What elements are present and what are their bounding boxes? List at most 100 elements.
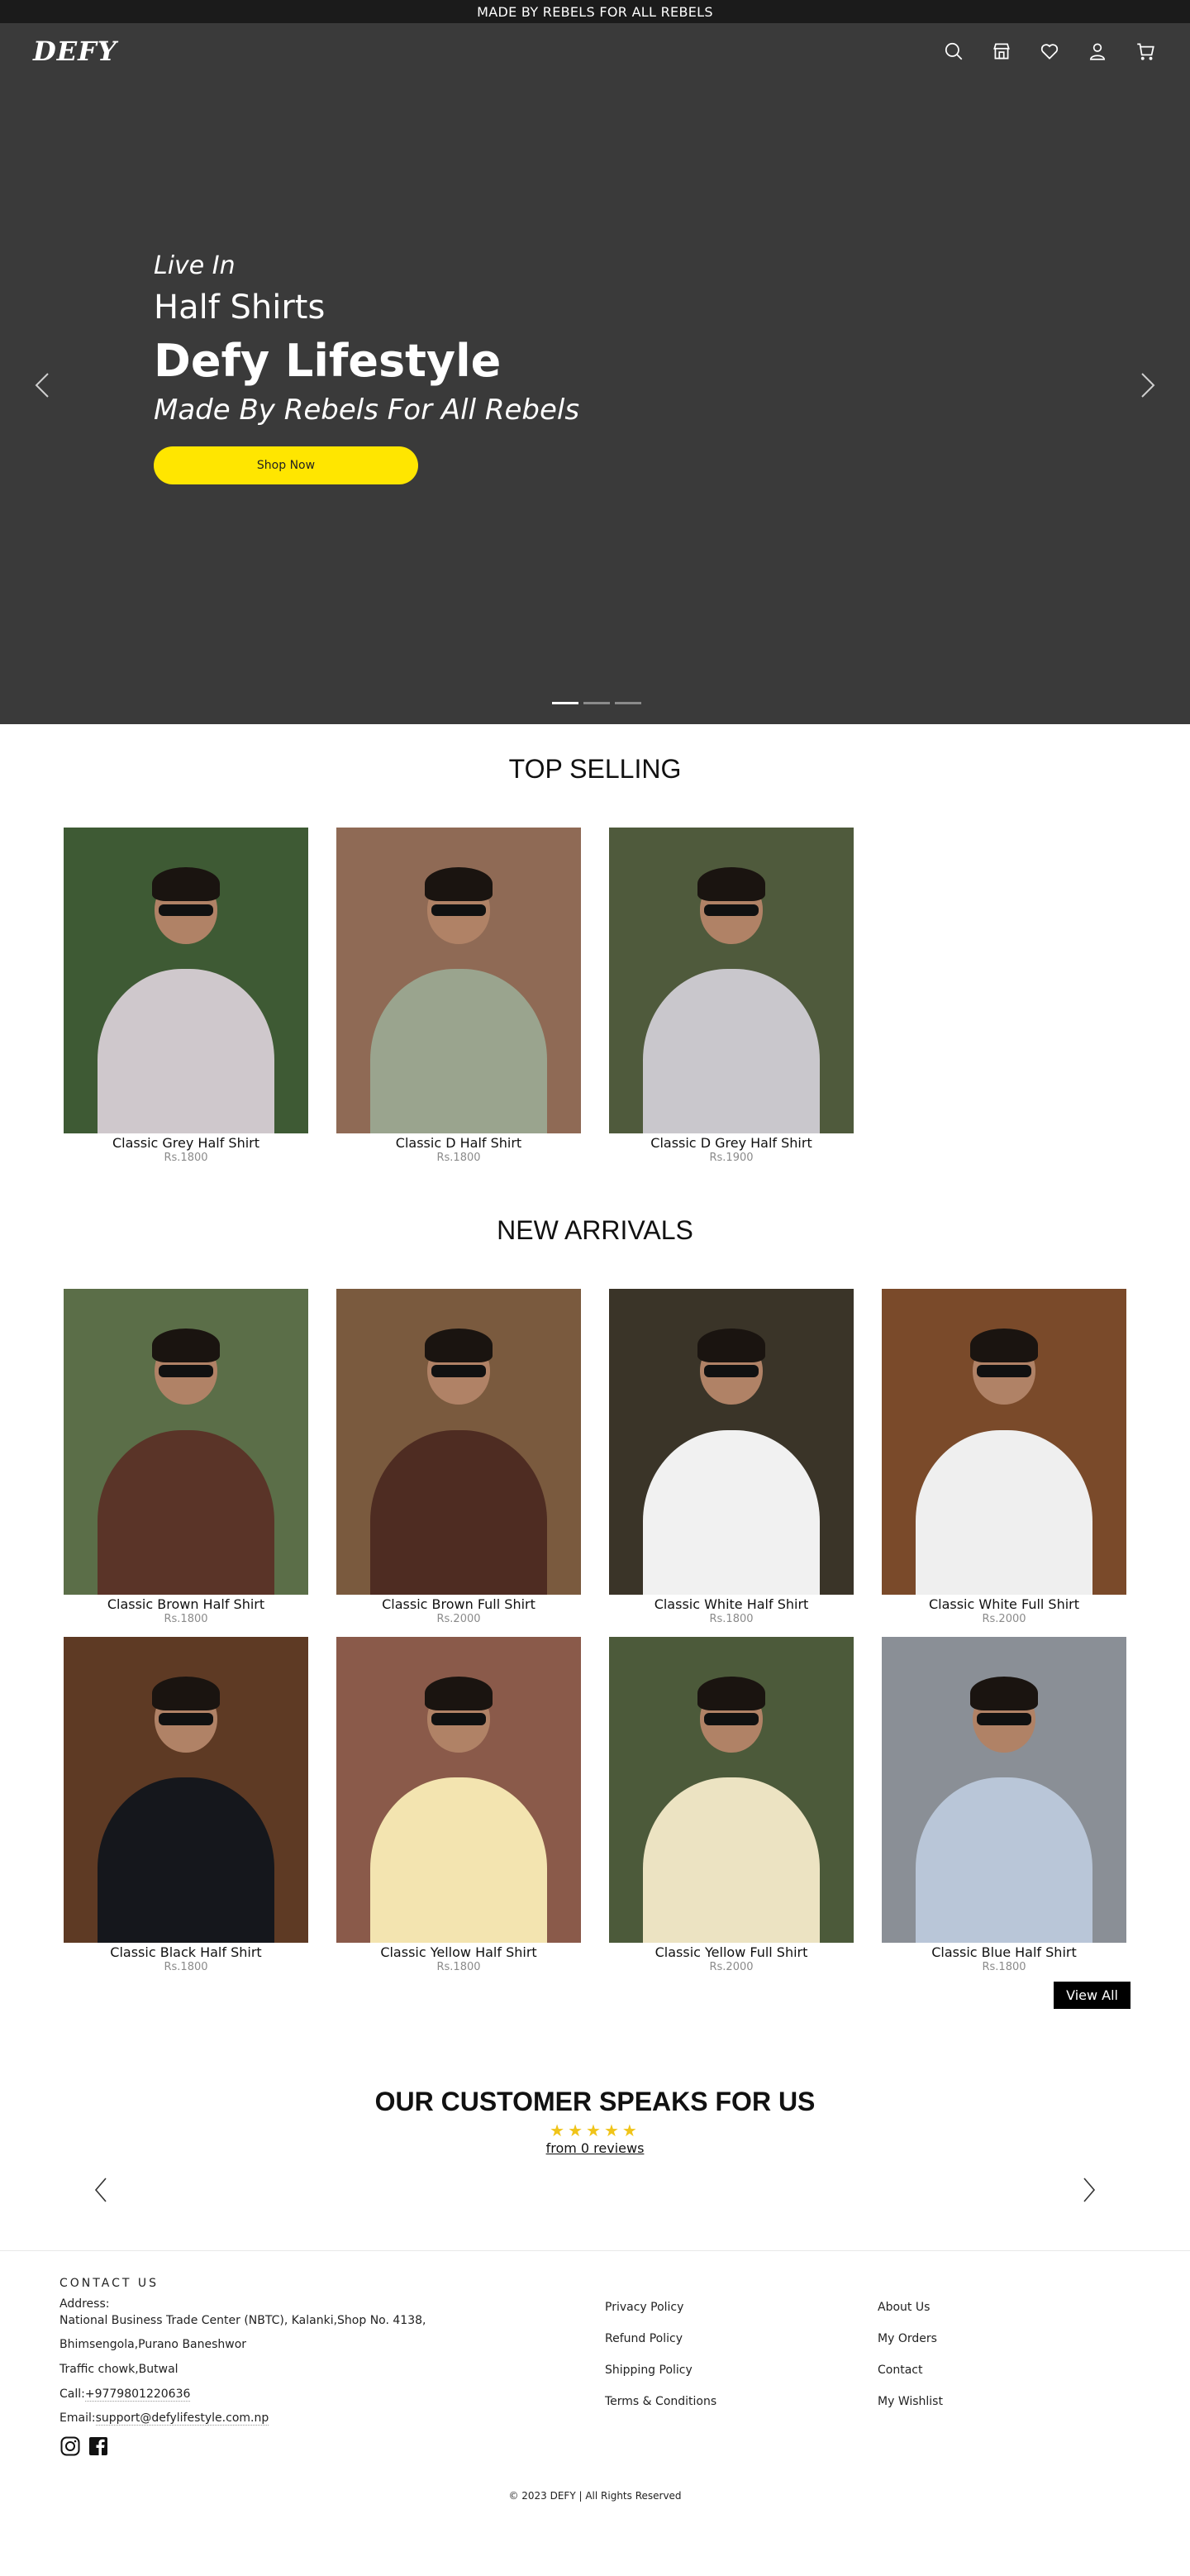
chevron-right-icon[interactable] <box>1081 2176 1097 2204</box>
new-arrivals-grid: Classic Brown Half Shirt Rs.1800 Classic B… <box>0 1288 1190 1975</box>
chevron-left-icon[interactable] <box>30 370 55 400</box>
hero-subtitle: Made By Rebels For All Rebels <box>154 394 580 427</box>
store-icon[interactable] <box>990 40 1013 63</box>
footer-policies: Privacy Policy Refund Policy Shipping Po… <box>605 2301 716 2426</box>
product-card[interactable]: Classic Blue Half Shirt Rs.1800 <box>882 1636 1126 1975</box>
hero-banner: DEFY Live In Half Shirts Defy Lifestyle … <box>0 23 1190 724</box>
product-name[interactable]: Classic D Grey Half Shirt <box>609 1135 854 1152</box>
phone-row: Call:+9779801220636 <box>60 2387 522 2403</box>
product-name[interactable]: Classic Brown Half Shirt <box>64 1596 308 1613</box>
user-icon[interactable] <box>1086 40 1109 63</box>
terms-link[interactable]: Terms & Conditions <box>605 2395 716 2408</box>
call-label: Call: <box>60 2387 85 2401</box>
product-price: Rs.1800 <box>164 1612 208 1625</box>
product-price: Rs.1800 <box>982 1960 1026 1973</box>
product-card[interactable]: Classic Grey Half Shirt Rs.1800 <box>64 828 308 1166</box>
product-name[interactable]: Classic White Full Shirt <box>882 1596 1126 1613</box>
reviews-section: OUR CUSTOMER SPEAKS FOR US ★★★★★ from 0 … <box>0 2009 1190 2217</box>
header-icons <box>942 40 1157 63</box>
product-price: Rs.2000 <box>982 1612 1026 1625</box>
product-image[interactable] <box>609 828 854 1133</box>
product-card[interactable]: Classic White Half Shirt Rs.1800 <box>609 1288 854 1627</box>
site-footer: CONTACT US Address: National Business Tr… <box>0 2249 1190 2513</box>
facebook-icon[interactable] <box>88 2435 109 2463</box>
email-label: Email: <box>60 2411 96 2426</box>
about-us-link[interactable]: About Us <box>878 2301 943 2314</box>
chevron-left-icon[interactable] <box>93 2176 109 2204</box>
instagram-icon[interactable] <box>60 2435 81 2463</box>
rating-stars: ★★★★★ <box>550 2120 640 2140</box>
hero-pretitle: Live In <box>154 251 236 280</box>
product-image[interactable] <box>336 828 581 1133</box>
product-price: Rs.2000 <box>436 1612 481 1625</box>
copyright: © 2023 DEFY | All Rights Reserved <box>508 2489 682 2502</box>
privacy-policy-link[interactable]: Privacy Policy <box>605 2301 716 2314</box>
product-name[interactable]: Classic Blue Half Shirt <box>882 1944 1126 1961</box>
top-selling-section: TOP SELLING Classic Grey Half Shirt Rs.18… <box>0 724 1190 1166</box>
search-icon[interactable] <box>942 40 965 63</box>
product-card[interactable]: Classic Yellow Half Shirt Rs.1800 <box>336 1636 581 1975</box>
view-all-button[interactable]: View All <box>1054 1981 1130 2009</box>
product-price: Rs.1800 <box>436 1152 481 1164</box>
product-image[interactable] <box>609 1288 854 1595</box>
product-name[interactable]: Classic Grey Half Shirt <box>64 1135 308 1152</box>
product-image[interactable] <box>64 1288 308 1595</box>
email-link[interactable]: support@defylifestyle.com.np <box>95 2411 269 2426</box>
reviews-carousel <box>0 2168 1190 2217</box>
hero-title: Defy Lifestyle <box>154 335 502 387</box>
reviews-count-link[interactable]: from 0 reviews <box>0 2140 1190 2156</box>
shipping-policy-link[interactable]: Shipping Policy <box>605 2364 716 2377</box>
logo[interactable]: DEFY <box>33 36 117 67</box>
contact-link[interactable]: Contact <box>878 2364 943 2377</box>
my-wishlist-link[interactable]: My Wishlist <box>878 2395 943 2408</box>
product-card[interactable]: Classic Brown Half Shirt Rs.1800 <box>64 1288 308 1627</box>
address-label: Address: <box>60 2297 110 2311</box>
product-name[interactable]: Classic Brown Full Shirt <box>336 1596 581 1613</box>
product-price: Rs.1800 <box>164 1152 208 1164</box>
product-image[interactable] <box>882 1288 1126 1595</box>
footer-contact: CONTACT US Address: National Business Tr… <box>60 2276 522 2463</box>
product-image[interactable] <box>882 1636 1126 1943</box>
product-image[interactable] <box>336 1636 581 1943</box>
product-price: Rs.1800 <box>436 1960 481 1973</box>
product-card[interactable]: Classic Brown Full Shirt Rs.2000 <box>336 1288 581 1627</box>
slide-dot[interactable] <box>615 702 641 704</box>
footer-links: About Us My Orders Contact My Wishlist <box>878 2301 943 2426</box>
product-price: Rs.2000 <box>709 1960 754 1973</box>
address-line: Bhimsengola,Purano Baneshwor <box>60 2338 247 2352</box>
email-row: Email:support@defylifestyle.com.np <box>60 2411 522 2427</box>
reviews-title: OUR CUSTOMER SPEAKS FOR US <box>374 2086 816 2116</box>
hero-text: Live In Half Shirts Defy Lifestyle Made … <box>154 251 580 485</box>
product-card[interactable]: Classic White Full Shirt Rs.2000 <box>882 1288 1126 1627</box>
product-card[interactable]: Classic Yellow Full Shirt Rs.2000 <box>609 1636 854 1975</box>
new-arrivals-title: NEW ARRIVALS <box>497 1214 693 1245</box>
product-price: Rs.1800 <box>164 1960 208 1973</box>
cart-icon[interactable] <box>1134 40 1157 63</box>
product-name[interactable]: Classic White Half Shirt <box>609 1596 854 1613</box>
product-image[interactable] <box>64 1636 308 1943</box>
product-name[interactable]: Classic D Half Shirt <box>336 1135 581 1152</box>
product-image[interactable] <box>336 1288 581 1595</box>
product-image[interactable] <box>64 828 308 1133</box>
product-image[interactable] <box>609 1636 854 1943</box>
slide-dot[interactable] <box>552 702 578 704</box>
view-all-wrap: View All <box>0 1981 1190 2009</box>
chevron-right-icon[interactable] <box>1135 370 1160 400</box>
address-line: Traffic chowk,Butwal <box>60 2363 178 2377</box>
phone-link[interactable]: +9779801220636 <box>84 2387 191 2402</box>
slide-indicators <box>552 702 641 704</box>
shop-now-button[interactable]: Shop Now <box>154 446 418 485</box>
product-name[interactable]: Classic Black Half Shirt <box>64 1944 308 1961</box>
product-card[interactable]: Classic D Grey Half Shirt Rs.1900 <box>609 828 854 1166</box>
announcement-bar: MADE BY REBELS FOR ALL REBELS <box>0 0 1190 23</box>
refund-policy-link[interactable]: Refund Policy <box>605 2332 716 2345</box>
announcement-text: MADE BY REBELS FOR ALL REBELS <box>477 3 713 20</box>
my-orders-link[interactable]: My Orders <box>878 2332 943 2345</box>
product-card[interactable]: Classic D Half Shirt Rs.1800 <box>336 828 581 1166</box>
product-card[interactable]: Classic Black Half Shirt Rs.1800 <box>64 1636 308 1975</box>
product-name[interactable]: Classic Yellow Half Shirt <box>336 1944 581 1961</box>
heart-icon[interactable] <box>1038 40 1061 63</box>
product-name[interactable]: Classic Yellow Full Shirt <box>609 1944 854 1961</box>
slide-dot[interactable] <box>583 702 610 704</box>
top-selling-title: TOP SELLING <box>508 754 682 784</box>
